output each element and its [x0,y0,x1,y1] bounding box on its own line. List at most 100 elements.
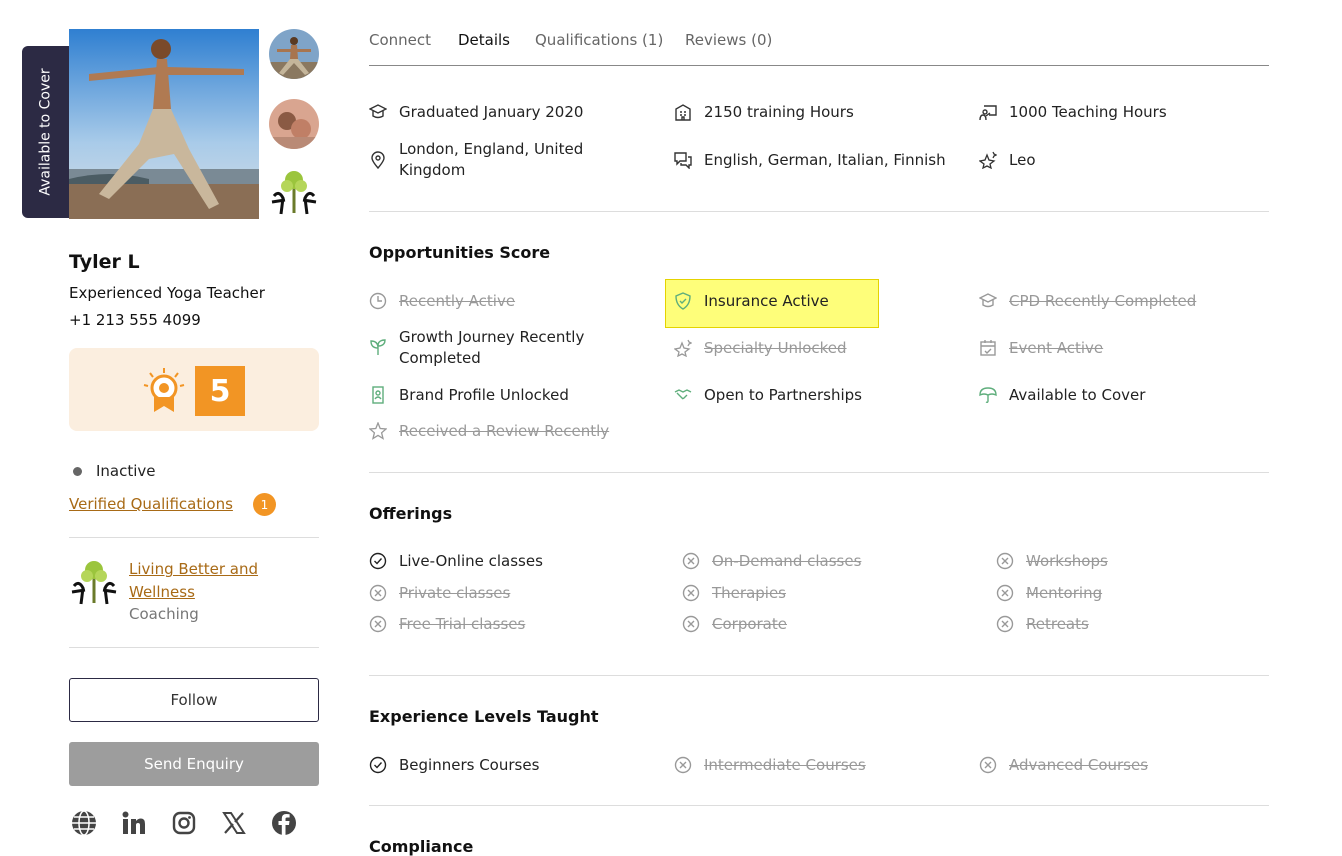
gallery-thumbnail-2[interactable] [269,99,319,149]
star-icon [369,422,387,440]
verified-qualifications-count: 1 [253,493,276,516]
globe-icon[interactable] [69,808,99,838]
detail-text: Leo [1009,151,1036,169]
send-enquiry-button[interactable]: Send Enquiry [69,742,319,786]
opportunity-growth-journey: Growth Journey Recently Completed [369,327,609,369]
building-icon [675,104,691,121]
offering-text: Workshops [1026,552,1108,570]
location-pin-icon [371,151,385,169]
gallery-thumbnail-1[interactable] [269,29,319,79]
divider [69,647,319,648]
opportunity-event: Event Active [979,338,1269,359]
instagram-icon[interactable] [169,808,199,838]
cross-circle-icon [674,756,692,774]
offering-therapies: Therapies [682,583,972,604]
opportunity-text: Recently Active [399,292,516,310]
detail-teaching-hours: 1000 Teaching Hours [979,102,1269,123]
opportunity-text: Brand Profile Unlocked [399,386,569,404]
cross-circle-icon [996,552,1014,570]
offering-text: Live-Online classes [399,552,543,570]
opportunity-received-review: Received a Review Recently [369,421,659,442]
divider [369,211,1269,212]
cross-circle-icon [996,584,1014,602]
detail-location: London, England, United Kingdom [369,139,609,181]
tab-qualifications[interactable]: Qualifications (1) [535,31,663,49]
handshake-icon [674,389,692,400]
cross-circle-icon [369,615,387,633]
detail-training-hours: 2150 training Hours [674,102,964,123]
detail-text: London, England, United Kingdom [399,140,584,179]
offering-text: Corporate [712,615,787,633]
cross-circle-icon [369,584,387,602]
cross-circle-icon [996,615,1014,633]
opportunity-text: Available to Cover [1009,386,1146,404]
opportunity-text: Event Active [1009,339,1104,357]
x-icon[interactable] [219,808,249,838]
status-dot [73,467,82,476]
available-to-cover-badge: Available to Cover [22,46,69,218]
calendar-icon [980,340,996,356]
offering-private: Private classes [369,583,659,604]
detail-languages: English, German, Italian, Finnish [674,150,964,171]
divider [369,805,1269,806]
studio-name-link[interactable]: Living Better and Wellness [129,558,289,604]
score-value: 5 [195,366,245,416]
cross-circle-icon [682,615,700,633]
verified-qualifications-link[interactable]: Verified Qualifications [69,495,233,513]
profile-name: Tyler L [69,251,140,273]
opportunity-cpd: CPD Recently Completed [979,291,1269,312]
opportunity-text: Open to Partnerships [704,386,862,404]
tab-connect[interactable]: Connect [369,31,431,49]
offering-corporate: Corporate [682,614,972,635]
linkedin-icon[interactable] [119,808,149,838]
tabs-underline [369,65,1269,66]
tab-reviews[interactable]: Reviews (0) [685,31,772,49]
divider [369,675,1269,676]
offering-retreats: Retreats [996,614,1266,635]
detail-graduated: Graduated January 2020 [369,102,659,123]
detail-text: Graduated January 2020 [399,103,584,121]
experience-text: Intermediate Courses [704,756,866,774]
opportunity-specialty: Specialty Unlocked [674,338,964,359]
clock-icon [369,292,387,310]
offering-live-online: Live-Online classes [369,551,659,572]
profile-photo[interactable] [69,29,259,219]
opportunity-partnerships: Open to Partnerships [674,385,964,406]
detail-text: English, German, Italian, Finnish [704,151,946,169]
check-circle-icon [369,552,387,570]
opportunity-brand-profile: Brand Profile Unlocked [369,385,659,406]
experience-beginners: Beginners Courses [369,755,659,776]
opportunity-available-to-cover: Available to Cover [979,385,1269,406]
offering-mentoring: Mentoring [996,583,1266,604]
offering-text: Free Trial classes [399,615,526,633]
status-text: Inactive [96,462,156,480]
experience-intermediate: Intermediate Courses [674,755,964,776]
facebook-icon[interactable] [269,808,299,838]
studio-logo[interactable] [69,558,119,608]
opportunity-recently-active: Recently Active [369,291,659,312]
opportunity-text: Received a Review Recently [399,422,610,440]
offering-free-trial: Free Trial classes [369,614,659,635]
divider [369,472,1269,473]
opportunity-text: Insurance Active [704,292,829,310]
star-sparkle-icon [674,339,692,357]
studio-type: Coaching [129,605,199,623]
offering-workshops: Workshops [996,551,1266,572]
experience-text: Beginners Courses [399,756,540,774]
offering-text: Private classes [399,584,511,602]
opportunity-text: Growth Journey Recently Completed [399,328,585,367]
profile-phone[interactable]: +1 213 555 4099 [69,311,201,329]
experience-title: Experience Levels Taught [369,707,599,726]
score-card [69,348,319,431]
follow-button[interactable]: Follow [69,678,319,722]
opportunities-title: Opportunities Score [369,243,551,262]
studio-logo-thumbnail[interactable] [269,168,319,218]
graduation-cap-icon [979,293,997,308]
opportunity-text: CPD Recently Completed [1009,292,1197,310]
experience-text: Advanced Courses [1009,756,1149,774]
umbrella-icon [979,387,997,404]
tab-details[interactable]: Details [458,31,510,49]
experience-advanced: Advanced Courses [979,755,1269,776]
cross-circle-icon [682,552,700,570]
compliance-title: Compliance [369,837,474,856]
